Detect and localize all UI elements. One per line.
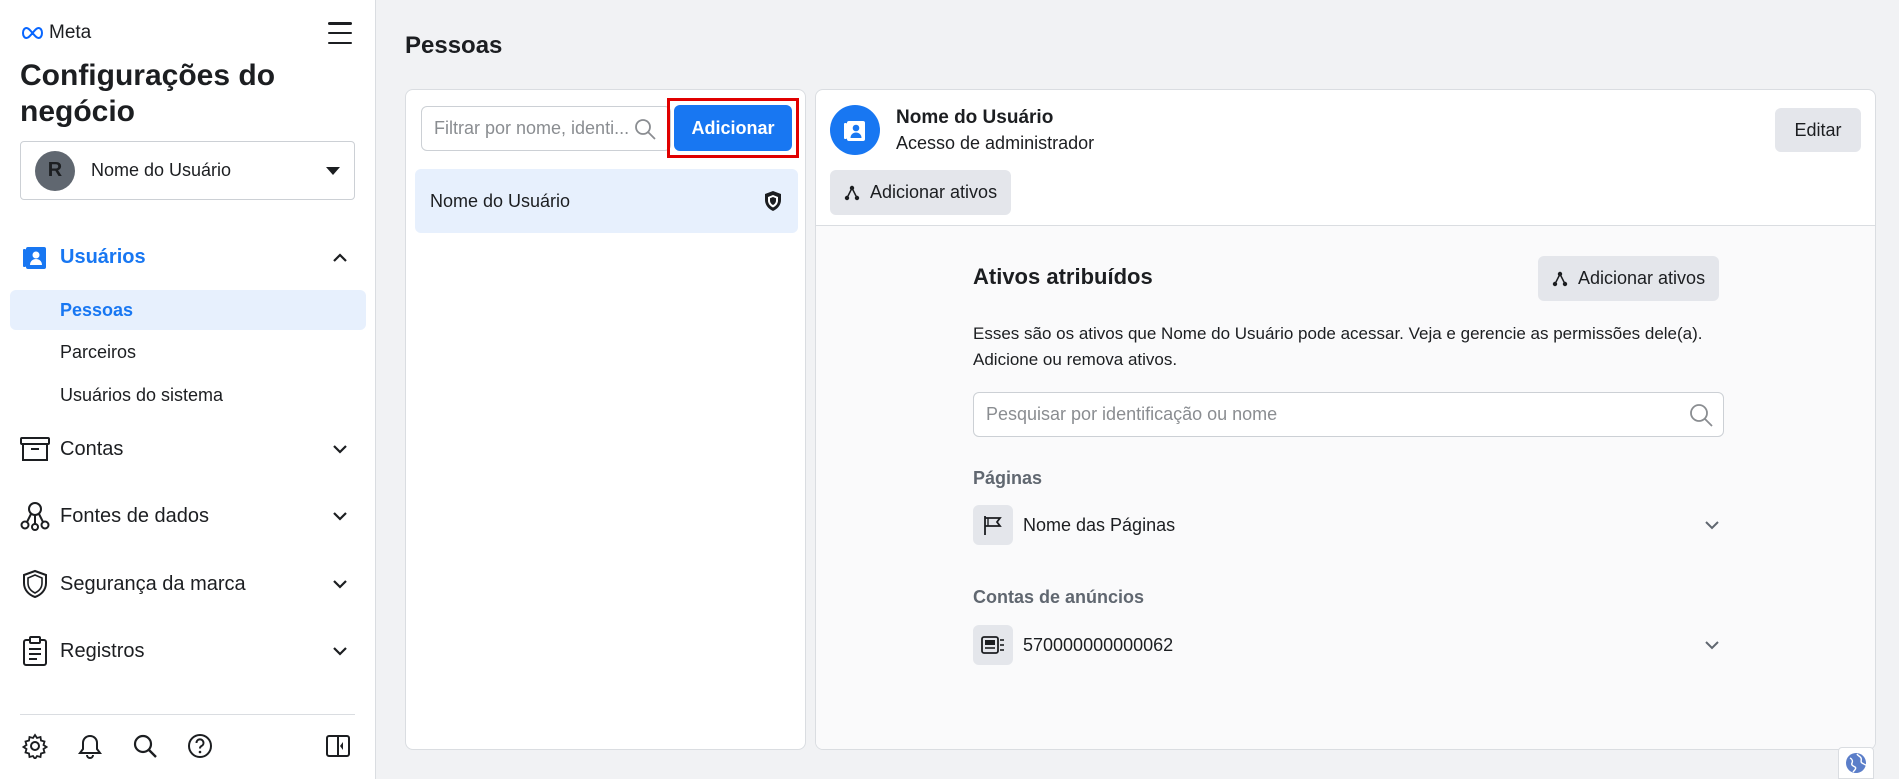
assets-nodes-icon — [844, 185, 860, 200]
bell-icon[interactable] — [77, 733, 103, 759]
list-item-label: Nome do Usuário — [430, 190, 571, 211]
asset-name: Nome das Páginas — [1023, 514, 1176, 535]
search-icon — [1690, 403, 1713, 427]
meta-brand-text: Meta — [49, 22, 92, 43]
flag-icon — [973, 505, 1013, 545]
sidebar-section-label: Usuários — [60, 245, 146, 268]
data-sources-icon — [20, 501, 50, 531]
shield-icon — [20, 569, 50, 599]
clipboard-icon — [20, 636, 50, 666]
chevron-down-icon — [328, 579, 352, 589]
sidebar-section-label: Fontes de dados — [60, 504, 209, 527]
sidebar-section-label: Contas — [60, 437, 124, 460]
asset-name: 570000000000062 — [1023, 634, 1174, 655]
page-heading: Configurações do negócio — [20, 59, 276, 128]
chevron-down-icon — [328, 511, 352, 521]
person-detail-panel: Nome do Usuário Acesso de administrador … — [815, 89, 1876, 750]
chevron-down-icon[interactable] — [1700, 520, 1724, 530]
user-role: Acesso de administrador — [896, 133, 1095, 153]
user-avatar — [830, 105, 880, 155]
globe-icon[interactable] — [1838, 747, 1874, 779]
assigned-assets-section: Ativos atribuídos Adicionar ativos Esses… — [816, 226, 1875, 749]
caret-down-icon — [326, 166, 340, 175]
sidebar-item-pessoas[interactable]: Pessoas — [10, 290, 366, 330]
assets-title: Ativos atribuídos — [973, 264, 1153, 289]
sidebar-footer-icons — [22, 733, 213, 759]
sidebar-section-label: Segurança da marca — [60, 572, 246, 595]
pages-section-label: Páginas — [973, 468, 1043, 488]
filter-field[interactable] — [421, 106, 671, 151]
search-icon[interactable] — [132, 733, 158, 759]
chevron-down-icon — [328, 646, 352, 656]
add-assets-label: Adicionar ativos — [1578, 268, 1706, 288]
sidebar-section-registros[interactable]: Registros — [10, 629, 366, 673]
sidebar-section-usuarios[interactable]: Usuários — [10, 235, 366, 279]
page-title: Pessoas — [405, 32, 503, 59]
users-badge-icon — [20, 242, 50, 272]
help-icon[interactable] — [187, 733, 213, 759]
search-icon — [635, 118, 656, 140]
add-assets-label: Adicionar ativos — [870, 182, 998, 202]
sidebar-section-label: Registros — [60, 639, 145, 662]
ad-accounts-section-label: Contas de anúncios — [973, 587, 1145, 607]
chevron-down-icon — [328, 444, 352, 454]
add-person-button[interactable]: Adicionar — [674, 105, 792, 151]
sidebar-item-usuarios-sistema[interactable]: Usuários do sistema — [10, 375, 366, 415]
detail-header: Nome do Usuário Acesso de administrador … — [816, 90, 1875, 226]
chevron-down-icon[interactable] — [1700, 640, 1724, 650]
assets-description: Esses são os ativos que Nome do Usuário … — [973, 324, 1703, 369]
archive-box-icon — [20, 434, 50, 464]
asset-search-input[interactable] — [986, 404, 1689, 425]
gear-icon[interactable] — [22, 733, 48, 759]
business-selector-name: Nome do Usuário — [91, 160, 232, 180]
list-item[interactable]: Nome do Usuário — [415, 169, 798, 233]
menu-icon[interactable] — [328, 22, 352, 44]
avatar: R — [35, 150, 75, 191]
asset-row-pages[interactable]: Nome das Páginas — [973, 504, 1724, 546]
chevron-up-icon — [328, 252, 352, 262]
add-assets-button[interactable]: Adicionar ativos — [830, 170, 1012, 215]
business-selector[interactable]: R Nome do Usuário — [20, 141, 355, 200]
add-assets-button-secondary[interactable]: Adicionar ativos — [1538, 256, 1720, 301]
user-name: Nome do Usuário — [896, 107, 1054, 128]
asset-row-ad-accounts[interactable]: 570000000000062 — [973, 624, 1724, 666]
people-list-panel: Adicionar Nome do Usuário — [405, 89, 806, 750]
admin-shield-icon — [765, 191, 781, 211]
sidebar-section-seguranca-marca[interactable]: Segurança da marca — [10, 562, 366, 606]
edit-button[interactable]: Editar — [1775, 108, 1861, 152]
panel-toggle-icon[interactable] — [326, 734, 350, 758]
sidebar-item-parceiros[interactable]: Parceiros — [10, 332, 366, 372]
sidebar-section-fontes-dados[interactable]: Fontes de dados — [10, 494, 366, 538]
meta-infinity-icon — [21, 26, 44, 40]
ad-account-icon — [973, 625, 1013, 665]
filter-input[interactable] — [434, 118, 634, 139]
sidebar-divider — [20, 714, 355, 715]
meta-logo[interactable]: Meta — [20, 22, 91, 44]
sidebar: Meta Configurações do negócio R Nome do … — [0, 0, 376, 779]
asset-search-field[interactable] — [973, 392, 1724, 437]
sidebar-section-contas[interactable]: Contas — [10, 427, 366, 471]
assets-nodes-icon — [1552, 271, 1568, 286]
user-badge-icon — [844, 121, 865, 141]
